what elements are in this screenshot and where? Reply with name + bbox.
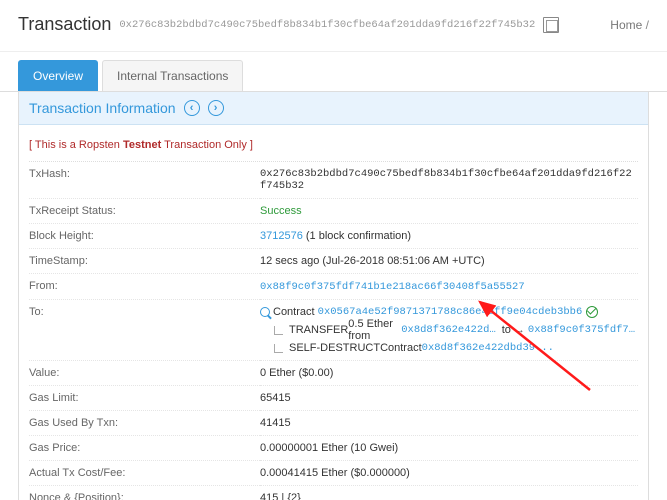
arrow-right-icon: →: [514, 324, 525, 336]
transfer-label: TRANSFER: [289, 324, 348, 336]
row-from: From: 0x88f9c0f375fdf741b1e218ac66f30408…: [29, 274, 638, 300]
label-tx-cost: Actual Tx Cost/Fee:: [29, 461, 260, 486]
row-to: To: Contract 0x0567a4e52f9871371788c86e4…: [29, 300, 638, 361]
label-value: Value:: [29, 361, 260, 386]
transaction-panel: Transaction Information ‹ › [ This is a …: [18, 92, 649, 500]
row-block-height: Block Height: 3712576 (1 block confirmat…: [29, 224, 638, 249]
value-gas-limit: 65415: [260, 386, 638, 411]
value-gas-price: 0.00000001 Ether (10 Gwei): [260, 436, 638, 461]
value-to: Contract 0x0567a4e52f9871371788c86e4eff9…: [260, 300, 638, 361]
panel-header: Transaction Information ‹ ›: [19, 92, 648, 125]
breadcrumb-home-link[interactable]: Home: [610, 18, 642, 32]
label-nonce: Nonce & {Position}:: [29, 486, 260, 500]
testnet-notice: [ This is a Ropsten Testnet Transaction …: [29, 133, 638, 162]
label-receipt-status: TxReceipt Status:: [29, 199, 260, 224]
value-tx-cost: 0.00041415 Ether ($0.000000): [260, 461, 638, 486]
selfdestruct-label: SELF-DESTRUCT: [289, 342, 380, 354]
label-to: To:: [29, 300, 260, 361]
internal-transfer: TRANSFER 0.5 Ether from 0x8d8f362e422dbd…: [260, 318, 638, 342]
row-receipt-status: TxReceipt Status: Success: [29, 199, 638, 224]
nav-arrows: ‹ ›: [184, 100, 224, 116]
transfer-to-link[interactable]: 0x88f9c0f375fdf741b1...: [528, 324, 638, 336]
row-timestamp: TimeStamp: 12 secs ago (Jul-26-2018 08:5…: [29, 249, 638, 274]
label-block-height: Block Height:: [29, 224, 260, 249]
tab-internal-transactions[interactable]: Internal Transactions: [102, 60, 243, 91]
label-gas-price: Gas Price:: [29, 436, 260, 461]
row-txhash: TxHash: 0x276c83b2bdbd7c490c75bedf8b834b…: [29, 162, 638, 199]
row-gas-price: Gas Price: 0.00000001 Ether (10 Gwei): [29, 436, 638, 461]
to-word: to: [502, 324, 511, 336]
value-txhash: 0x276c83b2bdbd7c490c75bedf8b834b1f30cfbe…: [260, 162, 638, 199]
row-gas-limit: Gas Limit: 65415: [29, 386, 638, 411]
row-gas-used: Gas Used By Txn: 41415: [29, 411, 638, 436]
tab-overview[interactable]: Overview: [18, 60, 98, 91]
transfer-from-link[interactable]: 0x8d8f362e422dbd39...: [401, 324, 502, 336]
header-tx-hash: 0x276c83b2bdbd7c490c75bedf8b834b1f30cfbe…: [119, 19, 535, 31]
value-receipt-status: Success: [260, 199, 638, 224]
block-link[interactable]: 3712576: [260, 230, 303, 242]
zoom-icon[interactable]: [260, 307, 270, 317]
label-gas-limit: Gas Limit:: [29, 386, 260, 411]
selfdestruct-contract-link[interactable]: 0x8d8f362e422dbd39...: [422, 342, 554, 354]
prev-tx-icon[interactable]: ‹: [184, 100, 200, 116]
internal-selfdestruct: SELF-DESTRUCT Contract 0x8d8f362e422dbd3…: [260, 342, 638, 354]
breadcrumb-separator: /: [646, 18, 649, 32]
breadcrumb: Home /: [610, 18, 649, 32]
page-title: Transaction: [18, 14, 111, 35]
row-value: Value: 0 Ether ($0.00): [29, 361, 638, 386]
tabs: Overview Internal Transactions: [0, 52, 667, 92]
to-contract-link[interactable]: 0x0567a4e52f9871371788c86e4eff9e04cdeb3b…: [318, 306, 583, 318]
value-value: 0 Ether ($0.00): [260, 361, 638, 386]
label-timestamp: TimeStamp:: [29, 249, 260, 274]
success-check-icon: [586, 306, 598, 318]
block-confirmations: (1 block confirmation): [303, 230, 411, 242]
label-txhash: TxHash:: [29, 162, 260, 199]
from-address-link[interactable]: 0x88f9c0f375fdf741b1e218ac66f30408f5a555…: [260, 281, 525, 293]
copy-icon[interactable]: [543, 17, 559, 33]
tree-branch-icon: [274, 326, 283, 335]
row-tx-cost: Actual Tx Cost/Fee: 0.00041415 Ether ($0…: [29, 461, 638, 486]
transfer-amount: 0.5 Ether from: [348, 318, 401, 342]
page-header: Transaction 0x276c83b2bdbd7c490c75bedf8b…: [0, 0, 667, 52]
tree-branch-icon: [274, 344, 283, 353]
details-table: TxHash: 0x276c83b2bdbd7c490c75bedf8b834b…: [29, 162, 638, 500]
panel-title: Transaction Information: [29, 100, 176, 116]
label-gas-used: Gas Used By Txn:: [29, 411, 260, 436]
selfdestruct-word: Contract: [380, 342, 422, 354]
label-from: From:: [29, 274, 260, 300]
value-gas-used: 41415: [260, 411, 638, 436]
value-block-height: 3712576 (1 block confirmation): [260, 224, 638, 249]
value-nonce: 415 | {2}: [260, 486, 638, 500]
row-nonce: Nonce & {Position}: 415 | {2}: [29, 486, 638, 500]
next-tx-icon[interactable]: ›: [208, 100, 224, 116]
contract-word: Contract: [273, 306, 315, 318]
value-timestamp: 12 secs ago (Jul-26-2018 08:51:06 AM +UT…: [260, 249, 638, 274]
